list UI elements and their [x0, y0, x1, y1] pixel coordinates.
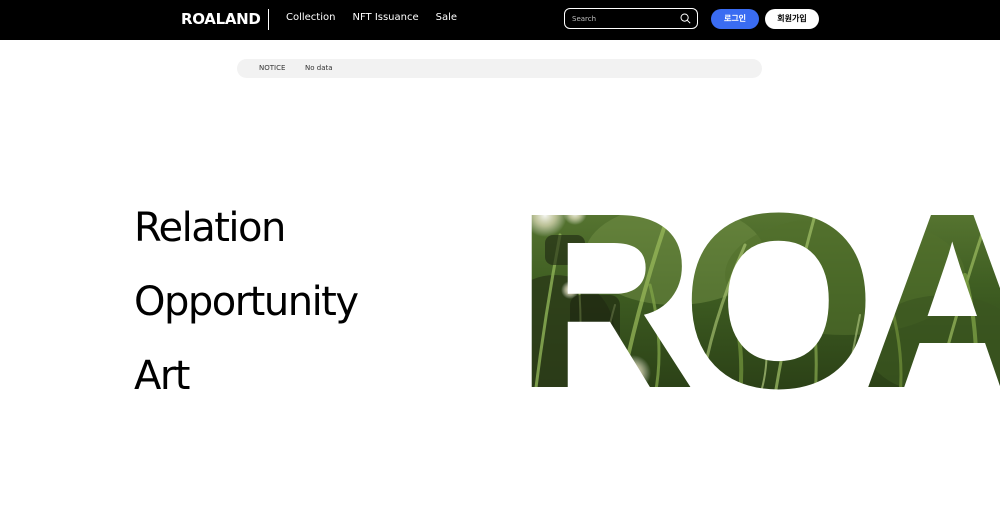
notice-text: No data	[305, 64, 333, 72]
login-button[interactable]: 로그인	[711, 9, 759, 29]
roa-big-text: ROA	[515, 195, 1000, 395]
search-icon[interactable]	[680, 13, 691, 24]
hero-line-art: Art	[134, 353, 191, 399]
notice-bar[interactable]: NOTICE No data	[237, 59, 762, 78]
top-navigation-bar: ROALAND Collection NFT Issuance Sale 로그인…	[0, 0, 1000, 40]
hero-line-relation: Relation	[134, 205, 286, 251]
roa-hero-image-text: ROA	[515, 161, 1000, 440]
search-box	[564, 8, 698, 29]
hero-line-opportunity: Opportunity	[134, 279, 359, 325]
nav-item-nft-issuance[interactable]: NFT Issuance	[352, 11, 418, 25]
nav-item-sale[interactable]: Sale	[436, 11, 457, 25]
logo-divider	[268, 9, 269, 30]
nav-item-collection[interactable]: Collection	[286, 11, 335, 25]
roa-grass-text-graphic: ROA	[515, 161, 1000, 440]
page: ROALAND Collection NFT Issuance Sale 로그인…	[0, 0, 1000, 522]
signup-button[interactable]: 회원가입	[765, 9, 819, 29]
notice-label: NOTICE	[259, 64, 286, 72]
search-input[interactable]	[572, 11, 672, 26]
main-nav: Collection NFT Issuance Sale	[286, 11, 457, 25]
roaland-logo[interactable]: ROALAND	[181, 9, 261, 29]
